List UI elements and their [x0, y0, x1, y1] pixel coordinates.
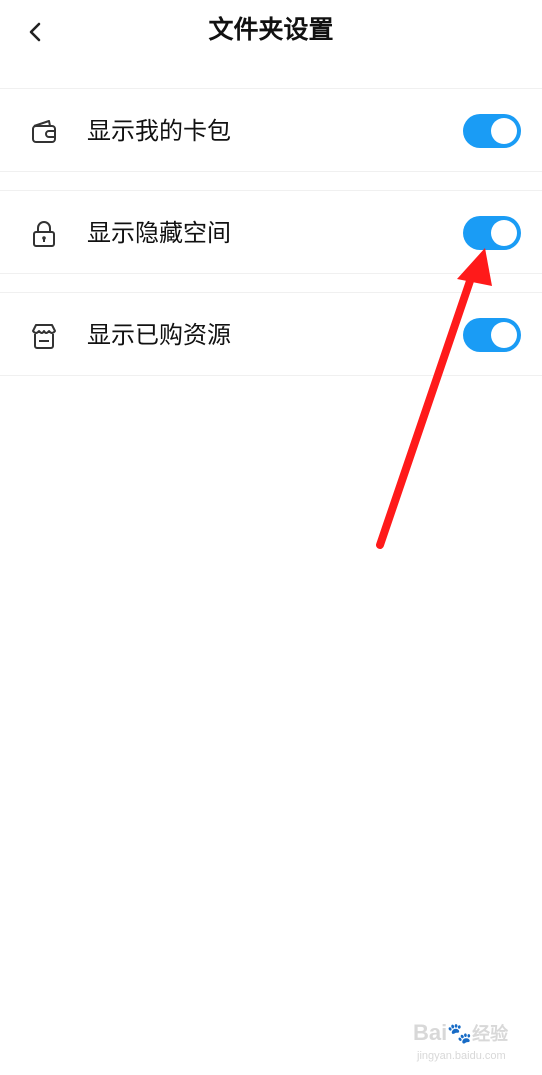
- setting-label-purchased: 显示已购资源: [87, 321, 231, 349]
- baidu-watermark: Bai🐾经验 jingyan.baidu.com: [413, 1016, 523, 1066]
- page-title: 文件夹设置: [208, 15, 334, 44]
- store-icon: [32, 324, 56, 349]
- toggle-show-purchased[interactable]: [463, 318, 521, 352]
- toggle-knob: [491, 220, 517, 246]
- setting-row-purchased: 显示已购资源: [0, 292, 542, 376]
- watermark-brand: Bai🐾经验: [413, 1020, 509, 1045]
- setting-row-wallet: 显示我的卡包: [0, 88, 542, 172]
- setting-label-wallet: 显示我的卡包: [87, 117, 231, 145]
- header-bar: 文件夹设置: [0, 0, 542, 64]
- lock-icon: [33, 221, 55, 247]
- setting-label-hidden-space: 显示隐藏空间: [87, 219, 231, 247]
- toggle-show-hidden-space[interactable]: [463, 216, 521, 250]
- watermark-url: jingyan.baidu.com: [417, 1050, 506, 1062]
- toggle-knob: [491, 118, 517, 144]
- toggle-knob: [491, 322, 517, 348]
- toggle-show-wallet[interactable]: [463, 114, 521, 148]
- setting-row-hidden-space: 显示隐藏空间: [0, 190, 542, 274]
- wallet-icon: [32, 120, 56, 143]
